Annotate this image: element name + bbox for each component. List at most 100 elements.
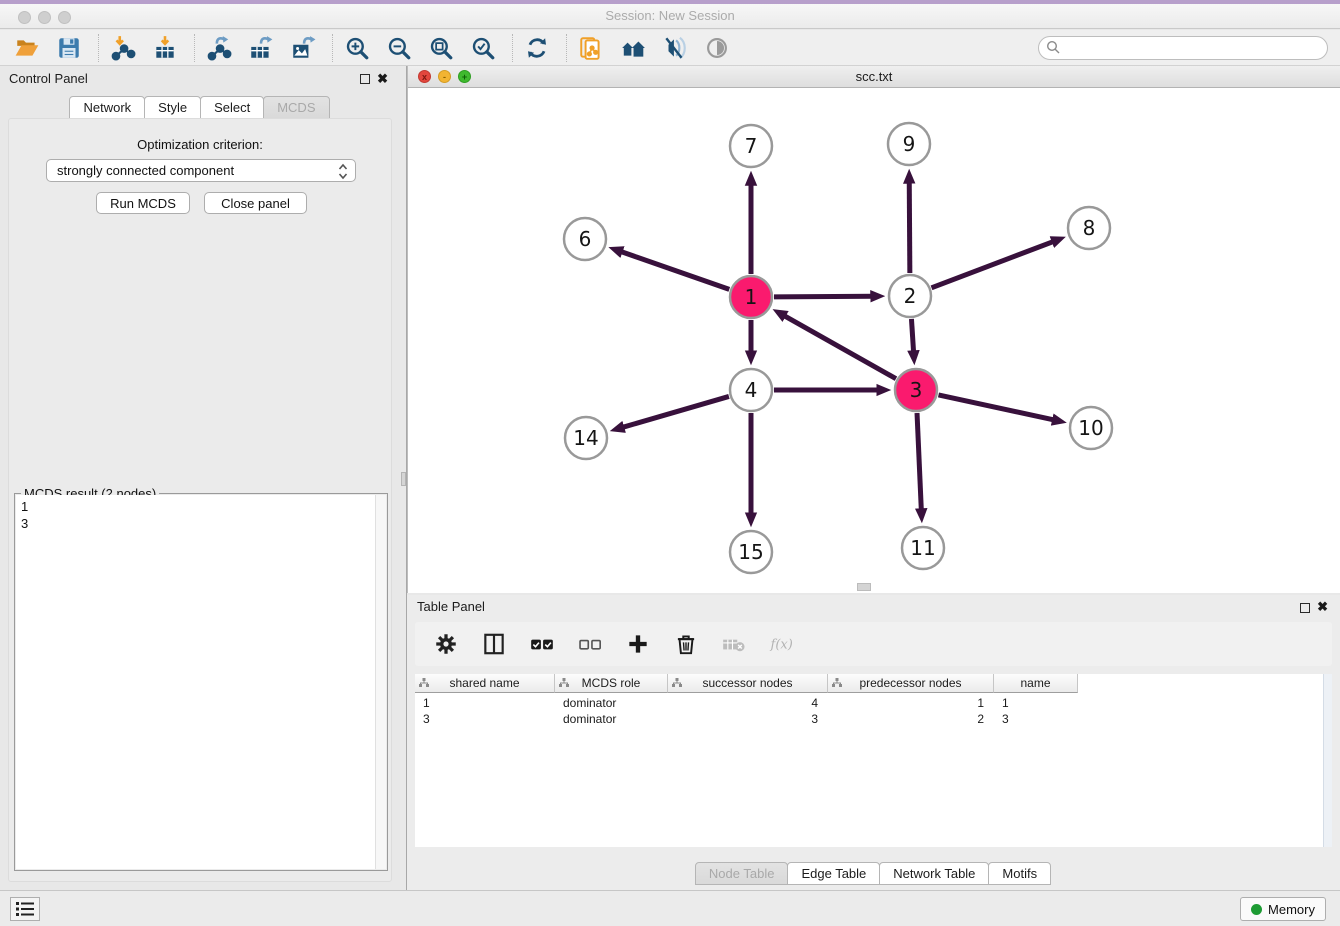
node-4[interactable]: 4	[730, 369, 772, 411]
node-label-2: 2	[904, 284, 917, 308]
cell-name: 3	[994, 711, 1078, 727]
node-14[interactable]: 14	[565, 417, 607, 459]
mcds-result-group: MCDS result (2 nodes) 1 3	[14, 493, 388, 871]
export-table-icon[interactable]	[246, 33, 276, 63]
import-network-icon[interactable]	[108, 33, 138, 63]
zoom-out-icon[interactable]	[384, 33, 414, 63]
node-label-3: 3	[910, 378, 923, 402]
edge-3-1[interactable]	[782, 315, 896, 379]
column-header-MCDS-role[interactable]: MCDS role	[555, 674, 668, 693]
tab-network[interactable]: Network	[69, 96, 145, 119]
edge-4-14[interactable]	[621, 396, 729, 428]
add-column-icon[interactable]	[623, 629, 653, 659]
node-10[interactable]: 10	[1070, 407, 1112, 449]
open-session-icon[interactable]	[12, 33, 42, 63]
close-panel-button[interactable]: Close panel	[204, 192, 307, 214]
node-11[interactable]: 11	[902, 527, 944, 569]
edge-1-6[interactable]	[619, 251, 729, 290]
table-scrollbar[interactable]	[1323, 674, 1332, 847]
node-2[interactable]: 2	[889, 275, 931, 317]
show-graphics-details-icon[interactable]	[702, 33, 732, 63]
unselect-all-columns-icon[interactable]	[575, 629, 605, 659]
zoom-fit-icon[interactable]	[426, 33, 456, 63]
node-9[interactable]: 9	[888, 123, 930, 165]
table-row[interactable]: 1dominator411	[415, 695, 1078, 711]
select-all-columns-icon[interactable]	[527, 629, 557, 659]
close-panel-icon[interactable]: ✖	[377, 71, 388, 87]
signal-icon[interactable]	[660, 33, 690, 63]
tab-mcds[interactable]: MCDS	[263, 96, 329, 119]
divider-grip[interactable]	[401, 472, 406, 486]
column-header-predecessor-nodes[interactable]: predecessor nodes	[828, 674, 994, 693]
table-row[interactable]: 3dominator323	[415, 711, 1078, 727]
column-header-shared-name[interactable]: shared name	[415, 674, 555, 693]
app-title: Session: New Session	[0, 8, 1340, 23]
zoom-in-icon[interactable]	[342, 33, 372, 63]
result-scrollbar[interactable]	[375, 495, 386, 869]
app-titlebar: Session: New Session	[0, 0, 1340, 29]
edge-2-8[interactable]	[932, 241, 1056, 288]
export-network-icon[interactable]	[204, 33, 234, 63]
apply-layout-icon[interactable]	[522, 33, 552, 63]
column-header-name[interactable]: name	[994, 674, 1078, 693]
node-8[interactable]: 8	[1068, 207, 1110, 249]
control-panel-title: Control Panel	[9, 71, 88, 86]
edge-2-3[interactable]	[911, 319, 913, 354]
node-table: shared nameMCDS rolesuccessor nodesprede…	[415, 674, 1332, 847]
cell-MCDS-role: dominator	[555, 711, 668, 727]
node-label-10: 10	[1078, 416, 1103, 440]
run-mcds-button[interactable]: Run MCDS	[96, 192, 190, 214]
network-from-selection-icon[interactable]	[576, 33, 606, 63]
cell-name: 1	[994, 695, 1078, 711]
toolbar-separator	[566, 34, 567, 62]
tab-motifs[interactable]: Motifs	[988, 862, 1051, 885]
column-header-successor-nodes[interactable]: successor nodes	[668, 674, 828, 693]
node-6[interactable]: 6	[564, 218, 606, 260]
delete-table-icon	[719, 629, 749, 659]
cell-successor-nodes: 3	[668, 711, 828, 727]
float-table-panel-icon[interactable]	[1300, 603, 1310, 613]
node-label-15: 15	[738, 540, 763, 564]
close-table-panel-icon[interactable]: ✖	[1317, 599, 1328, 615]
toolbar-separator	[512, 34, 513, 62]
home-icon[interactable]	[618, 33, 648, 63]
node-label-11: 11	[910, 536, 935, 560]
tab-select[interactable]: Select	[200, 96, 264, 119]
task-history-button[interactable]	[10, 897, 40, 921]
save-session-icon[interactable]	[54, 33, 84, 63]
zoom-selected-icon[interactable]	[468, 33, 498, 63]
edge-3-11[interactable]	[917, 413, 921, 512]
import-table-icon[interactable]	[150, 33, 180, 63]
tab-style[interactable]: Style	[144, 96, 201, 119]
table-tabs: Node TableEdge TableNetwork TableMotifs	[407, 862, 1340, 885]
network-view-window: x - + scc.txt 7968124314101511	[407, 66, 1340, 593]
node-1[interactable]: 1	[730, 276, 772, 318]
edge-2-9[interactable]	[909, 180, 910, 273]
split-view-icon[interactable]	[479, 629, 509, 659]
node-3[interactable]: 3	[895, 369, 937, 411]
criterion-dropdown[interactable]: strongly connected component	[46, 159, 356, 182]
mcds-result-text: 1 3	[16, 495, 374, 869]
optimization-criterion-label: Optimization criterion:	[9, 137, 391, 152]
tab-edge-table[interactable]: Edge Table	[787, 862, 880, 885]
delete-column-icon[interactable]	[671, 629, 701, 659]
memory-status-dot	[1251, 904, 1262, 915]
node-7[interactable]: 7	[730, 125, 772, 167]
horizontal-divider-grip[interactable]	[857, 583, 871, 591]
cell-successor-nodes: 4	[668, 695, 828, 711]
search-input[interactable]	[1038, 36, 1328, 60]
tab-network-table[interactable]: Network Table	[879, 862, 989, 885]
memory-button[interactable]: Memory	[1240, 897, 1326, 921]
mcds-result-area[interactable]: 1 3	[16, 495, 386, 869]
node-15[interactable]: 15	[730, 531, 772, 573]
export-image-icon[interactable]	[288, 33, 318, 63]
node-label-6: 6	[579, 227, 592, 251]
tab-node-table[interactable]: Node Table	[695, 862, 789, 885]
panel-divider[interactable]	[400, 66, 407, 890]
toolbar-separator	[194, 34, 195, 62]
network-canvas[interactable]: 7 9 6 8 1 2 4 3 14 10 15 11	[408, 88, 1340, 593]
float-panel-icon[interactable]	[360, 74, 370, 84]
edge-1-2[interactable]	[774, 296, 874, 297]
edge-3-10[interactable]	[938, 395, 1055, 420]
settings-gear-icon[interactable]	[431, 629, 461, 659]
